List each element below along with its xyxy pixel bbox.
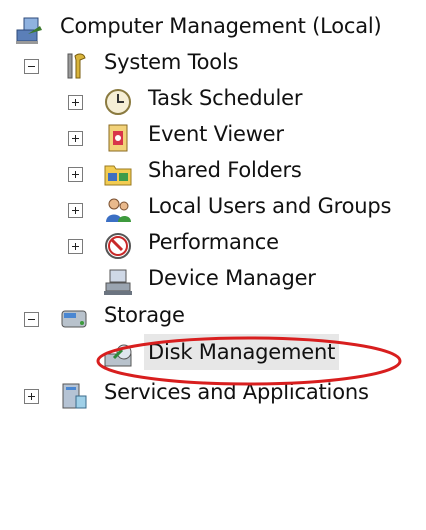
event-viewer-icon [108,124,128,152]
tree-item-label: Disk Management [144,334,340,370]
expand-toggle[interactable] [68,95,83,110]
tree-item-label: Device Manager [148,266,316,290]
tree-item-label: Storage [104,303,185,327]
computer-management-icon [16,17,42,44]
clock-icon [105,89,131,115]
console-tree: Computer Management (Local) System Tools… [0,0,426,530]
tree-item-label: Task Scheduler [148,86,303,110]
expand-toggle[interactable] [24,389,39,404]
tree-item-label: Performance [148,230,279,254]
tree-item-label: Shared Folders [148,158,302,182]
tree-item-label: Computer Management (Local) [60,14,382,38]
storage-icon [61,310,87,328]
collapse-toggle[interactable] [24,59,39,74]
tree-item-label: System Tools [104,50,239,74]
shared-folders-icon [104,165,132,186]
expand-toggle[interactable] [68,167,83,182]
expand-toggle[interactable] [68,131,83,146]
disk-icon [104,344,132,367]
device-manager-icon [104,269,132,295]
services-icon [62,383,87,409]
performance-icon [105,233,131,259]
tree-item-label: Event Viewer [148,122,284,146]
expand-toggle[interactable] [68,203,83,218]
tree-item-label: Local Users and Groups [148,194,392,218]
tree-item-label: Services and Applications [104,380,369,404]
tools-icon [67,53,86,79]
users-icon [106,198,131,222]
collapse-toggle[interactable] [24,312,39,327]
expand-toggle[interactable] [68,239,83,254]
